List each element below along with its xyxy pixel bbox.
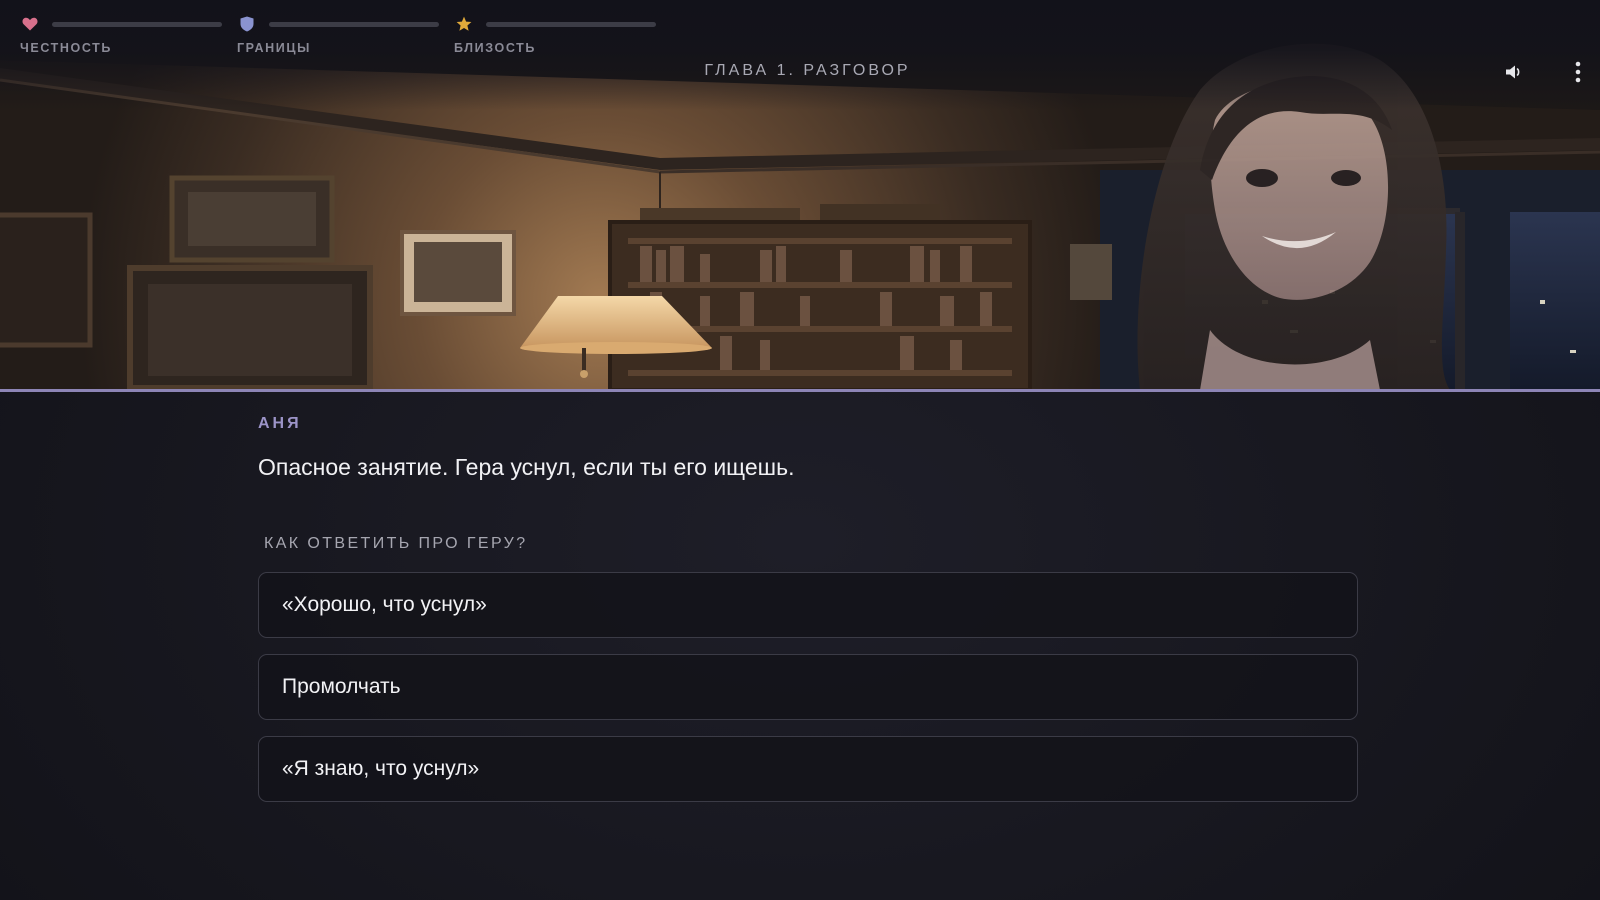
choice-option[interactable]: «Хорошо, что уснул» [258, 572, 1358, 638]
star-icon [454, 14, 474, 34]
sound-button[interactable] [1500, 58, 1528, 86]
dialog-line: Опасное занятие. Гера уснул, если ты его… [258, 454, 795, 480]
stat-closeness: БЛИЗОСТЬ [454, 14, 671, 55]
honesty-meter [52, 21, 222, 27]
menu-button[interactable] [1564, 58, 1592, 86]
stat-label-closeness: БЛИЗОСТЬ [454, 41, 536, 55]
stat-boundaries: ГРАНИЦЫ [237, 14, 454, 55]
boundaries-meter [269, 21, 439, 27]
choice-list: «Хорошо, что уснул» Промолчать «Я знаю, … [258, 572, 1358, 818]
stat-label-boundaries: ГРАНИЦЫ [237, 41, 311, 55]
more-vertical-icon [1575, 61, 1581, 83]
heart-icon [20, 14, 40, 34]
shield-icon [237, 14, 257, 34]
closeness-meter [486, 21, 656, 27]
scene-background [0, 0, 1600, 390]
scene-divider [0, 389, 1600, 392]
stat-label-honesty: ЧЕСТНОСТЬ [20, 41, 112, 55]
stat-honesty: ЧЕСТНОСТЬ [20, 14, 237, 55]
bookshelf [608, 204, 1032, 390]
relationship-stats: ЧЕСТНОСТЬ ГРАНИЦЫ БЛИЗОСТЬ [20, 14, 671, 55]
room-illustration [0, 0, 1600, 390]
choice-prompt: КАК ОТВЕТИТЬ ПРО ГЕРУ? [264, 535, 528, 552]
choice-option[interactable]: «Я знаю, что уснул» [258, 736, 1358, 802]
speaker-icon [1506, 65, 1520, 79]
chapter-title: ГЛАВА 1. РАЗГОВОР [704, 62, 911, 79]
speaker-name: АНЯ [258, 415, 302, 432]
game-screen: ЧЕСТНОСТЬ ГРАНИЦЫ БЛИЗОСТЬ ГЛАВА 1. РАЗГ… [0, 0, 1600, 900]
choice-option[interactable]: Промолчать [258, 654, 1358, 720]
